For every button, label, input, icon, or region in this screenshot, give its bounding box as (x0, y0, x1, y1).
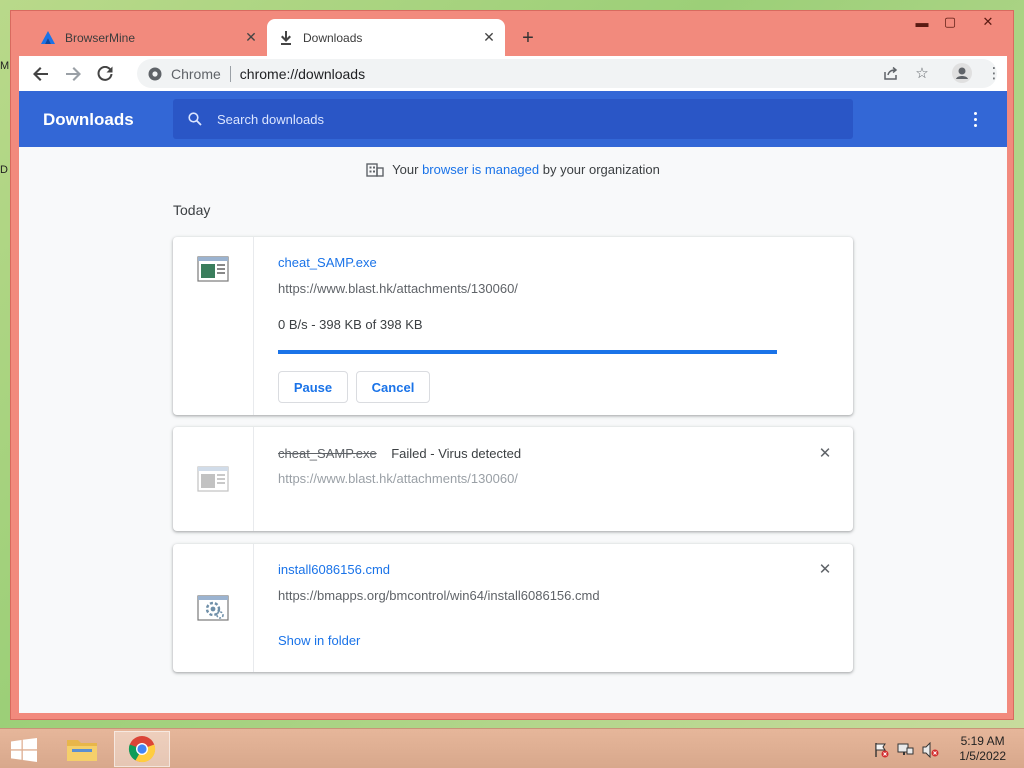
show-in-folder-link[interactable]: Show in folder (278, 633, 360, 648)
managed-prefix: Your (392, 161, 423, 177)
download-item: cheat_SAMP.exe https://www.blast.hk/atta… (173, 237, 853, 415)
tab-browsermine[interactable]: BrowserMine ✕ (29, 19, 267, 56)
title-bar: BrowserMine ✕ Downloads ✕ + ▬ ▢ ✕ (11, 11, 1013, 56)
file-name-link[interactable]: cheat_SAMP.exe (278, 255, 377, 270)
browsermine-logo-icon (39, 29, 57, 47)
managed-suffix: by your organization (539, 161, 660, 177)
download-item: cheat_SAMP.exe Failed - Virus detected h… (173, 427, 853, 531)
browser-toolbar: Chrome chrome://downloads ☆ ⋮ (19, 56, 1007, 91)
exe-file-icon (197, 256, 229, 282)
building-icon (366, 161, 384, 180)
download-item: install6086156.cmd https://bmapps.org/bm… (173, 544, 853, 672)
managed-link[interactable]: browser is managed (422, 162, 539, 177)
download-progress-bar (278, 350, 777, 354)
file-url[interactable]: https://www.blast.hk/attachments/130060/ (278, 281, 518, 296)
remove-item-close-icon[interactable]: ✕ (815, 559, 835, 579)
address-bar[interactable]: Chrome chrome://downloads (137, 59, 997, 88)
file-explorer-icon[interactable] (54, 731, 110, 767)
file-icon-column (173, 544, 254, 672)
windows-start-icon[interactable] (8, 737, 40, 763)
browser-window: BrowserMine ✕ Downloads ✕ + ▬ ▢ ✕ Chrome… (10, 10, 1014, 720)
tab-title: BrowserMine (65, 30, 136, 45)
chrome-logo-icon (147, 66, 163, 82)
file-icon-column (173, 427, 254, 531)
tab-close-icon[interactable]: ✕ (241, 28, 261, 48)
download-icon (277, 29, 295, 47)
close-window-icon[interactable]: ✕ (973, 11, 1003, 33)
maximize-icon[interactable]: ▢ (935, 11, 965, 33)
remove-item-close-icon[interactable]: ✕ (815, 443, 835, 463)
minimize-icon[interactable]: ▬ (907, 11, 937, 33)
search-bar[interactable] (173, 99, 853, 139)
downloads-header: Downloads (19, 91, 1007, 147)
chrome-taskbar-icon[interactable] (114, 731, 170, 767)
failed-status: Failed - Virus detected (391, 446, 522, 461)
desktop-icon-label[interactable]: D (0, 164, 8, 176)
downloads-page: Downloads Your browser is managed by you… (19, 91, 1007, 713)
download-status: 0 B/s - 398 KB of 398 KB (278, 317, 423, 332)
site-label: Chrome (171, 65, 221, 82)
file-url[interactable]: https://www.blast.hk/attachments/130060/ (278, 471, 518, 486)
tab-downloads[interactable]: Downloads ✕ (267, 19, 505, 56)
exe-file-icon (197, 466, 229, 492)
date-section-title: Today (173, 202, 211, 218)
cmd-file-icon (197, 595, 229, 621)
file-icon-column (173, 237, 254, 415)
address-separator (229, 65, 231, 82)
back-arrow-icon[interactable] (27, 60, 55, 88)
page-title: Downloads (43, 110, 134, 129)
clock-date: 1/5/2022 (959, 749, 1006, 763)
cancel-button[interactable]: Cancel (356, 371, 430, 403)
clock-time: 5:19 AM (960, 734, 1005, 748)
file-url[interactable]: https://bmapps.org/bmcontrol/win64/insta… (278, 588, 600, 603)
file-name: cheat_SAMP.exe (278, 446, 377, 461)
share-icon[interactable] (877, 60, 903, 86)
search-input[interactable] (217, 111, 817, 127)
new-tab-button[interactable]: + (515, 25, 541, 51)
system-clock[interactable]: 5:19 AM 1/5/2022 (959, 734, 1006, 764)
managed-notice: Your browser is managed by your organiza… (19, 161, 1007, 180)
browser-menu-icon[interactable]: ⋮ (981, 60, 1007, 86)
reload-icon[interactable] (91, 60, 119, 88)
tab-title: Downloads (303, 30, 363, 45)
profile-avatar-icon[interactable] (949, 60, 975, 86)
pause-button[interactable]: Pause (278, 371, 348, 403)
bookmark-star-icon[interactable]: ☆ (909, 60, 935, 86)
network-icon[interactable] (897, 741, 915, 759)
search-icon (187, 111, 203, 127)
taskbar: 5:19 AM 1/5/2022 (0, 728, 1024, 768)
desktop-icon-label[interactable]: M (0, 60, 9, 72)
forward-arrow-icon[interactable] (59, 60, 87, 88)
action-center-flag-icon[interactable] (872, 741, 890, 759)
volume-muted-icon[interactable] (922, 741, 940, 759)
tab-close-icon[interactable]: ✕ (479, 28, 499, 48)
more-actions-icon[interactable] (965, 109, 985, 129)
file-title-row: cheat_SAMP.exe Failed - Virus detected (278, 445, 521, 463)
file-name-link[interactable]: install6086156.cmd (278, 562, 390, 577)
